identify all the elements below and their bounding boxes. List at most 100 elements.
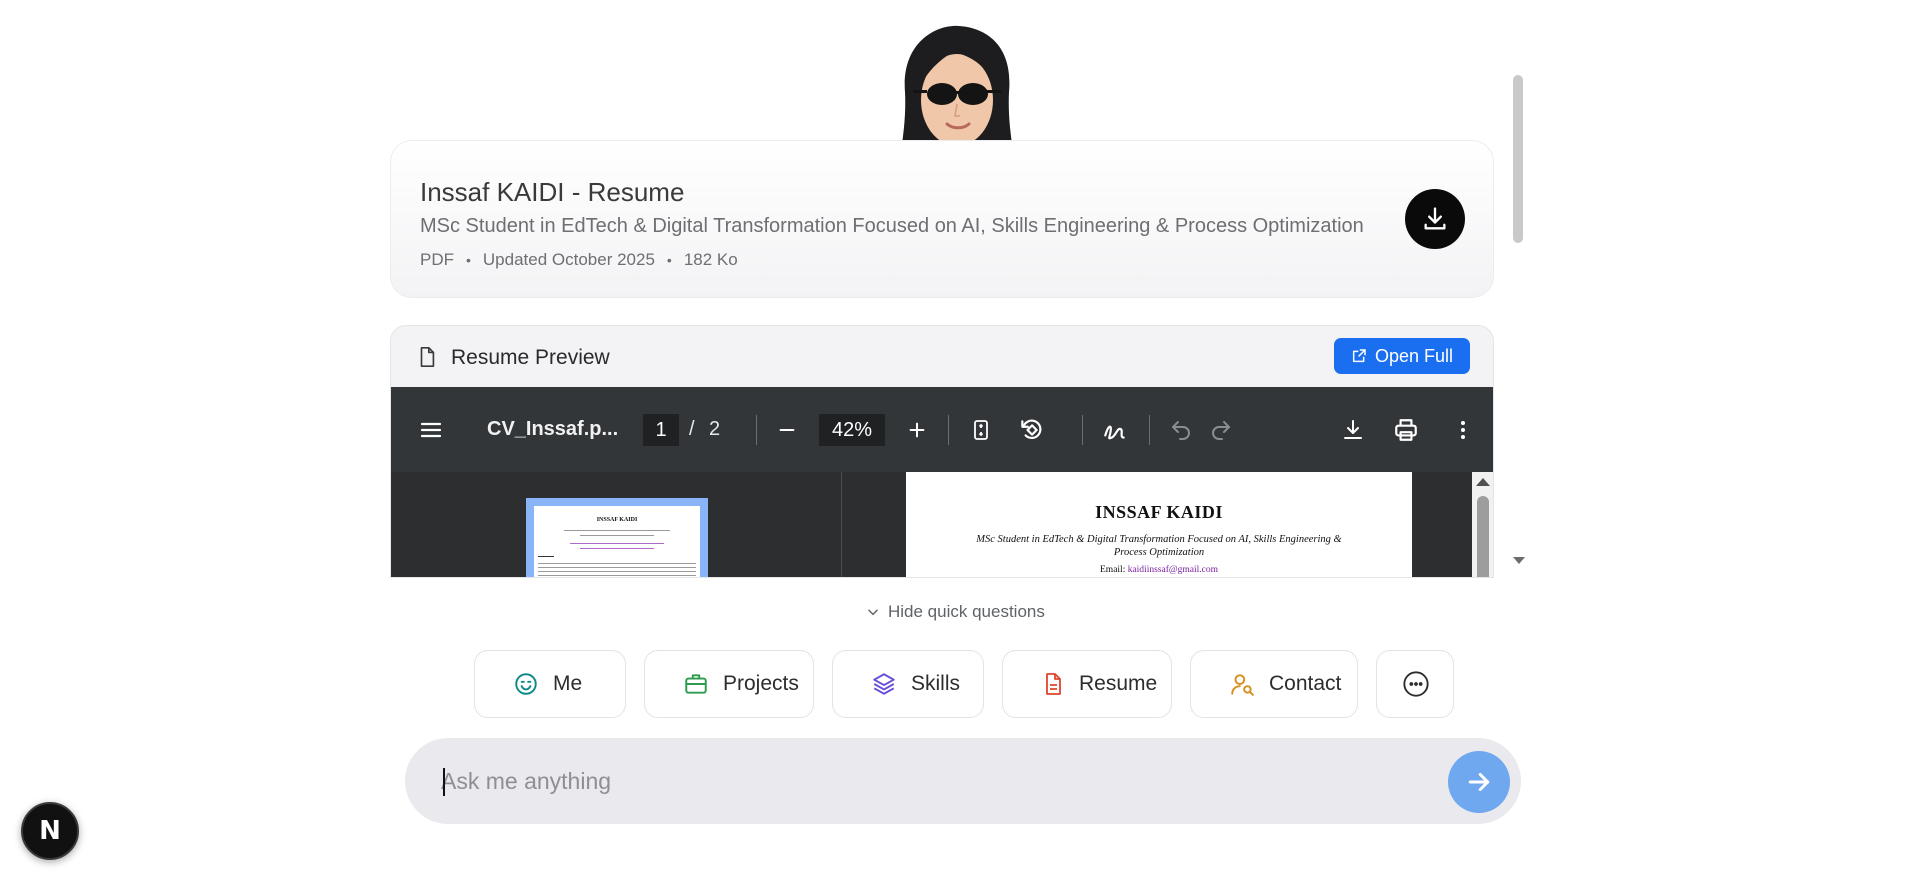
download-icon [1344, 419, 1362, 439]
pdf-scrollbar[interactable] [1472, 472, 1493, 577]
pdf-toolbar: CV_Inssaf.p... 1 / 2 42% [391, 387, 1493, 472]
thumbnail-text-line [538, 567, 696, 568]
chip-label: Projects [723, 672, 799, 695]
thumbnail-text-line [580, 548, 654, 549]
rotate-button[interactable] [1018, 387, 1044, 472]
meta-separator: • [666, 252, 672, 268]
thumbnail-text-line [538, 571, 696, 572]
chip-label: Skills [911, 672, 961, 695]
document-subtitle: MSc Student in EdTech & Digital Transfor… [976, 534, 1342, 558]
thumbnail-text-line [538, 575, 696, 576]
chip-contact[interactable]: Contact [1190, 650, 1358, 718]
more-vertical-icon [1461, 420, 1465, 439]
redo-button[interactable] [1209, 387, 1233, 472]
nextjs-dev-badge[interactable]: N [21, 802, 79, 860]
resume-updated: Updated October 2025 [482, 250, 655, 269]
thumbnail-page: INSSAF KAIDI [534, 506, 700, 577]
chip-label: Resume [1079, 672, 1158, 695]
more-chips-button[interactable] [1376, 650, 1454, 718]
document-email-label: Email: [1100, 565, 1126, 575]
pdf-thumbnail-sidebar: INSSAF KAIDI [391, 472, 842, 577]
chip-label: Me [553, 672, 583, 695]
resume-subtitle: MSc Student in EdTech & Digital Transfor… [420, 215, 1364, 237]
zoom-input[interactable]: 42% [819, 413, 885, 446]
zoom-out-button[interactable] [776, 387, 798, 472]
resume-format: PDF [420, 250, 454, 269]
print-button[interactable] [1393, 387, 1419, 472]
page-scrollbar[interactable] [1511, 75, 1525, 575]
thumbnail-text-line [570, 543, 664, 544]
page-scrollbar-thumb[interactable] [1513, 75, 1523, 243]
chip-skills[interactable]: Skills [832, 650, 984, 718]
toolbar-divider [1082, 415, 1083, 445]
pdf-filename: CV_Inssaf.p... [487, 418, 619, 440]
open-full-button[interactable]: Open Full [1334, 338, 1470, 374]
chip-projects[interactable]: Projects [644, 650, 814, 718]
resume-size: 182 Ko [683, 250, 738, 269]
text-caret [443, 768, 445, 796]
more-horizontal-icon [1403, 671, 1429, 697]
toolbar-divider [756, 415, 757, 445]
hide-quick-questions-toggle[interactable]: Hide quick questions [866, 602, 1045, 622]
pdf-viewer[interactable]: INSSAF KAIDI MSc Student in EdTech & Dig… [842, 472, 1493, 577]
scroll-up-arrow[interactable] [1476, 478, 1490, 486]
download-resume-button[interactable] [1405, 189, 1465, 249]
redo-icon [1212, 420, 1230, 440]
page-thumbnail[interactable]: INSSAF KAIDI [526, 498, 708, 577]
resume-preview-card: Resume Preview Open Full CV_Inssaf.p... … [390, 325, 1494, 578]
hide-quick-questions-label: Hide quick questions [888, 602, 1045, 621]
thumbnail-title: INSSAF KAIDI [596, 517, 638, 523]
rotate-icon [1021, 419, 1042, 439]
layers-icon [873, 673, 895, 695]
chat-input[interactable] [441, 760, 1391, 802]
minus-icon [779, 428, 795, 431]
chip-resume[interactable]: Resume [1002, 650, 1172, 718]
chevron-down-icon [868, 609, 878, 616]
resume-card: Inssaf KAIDI - Resume MSc Student in EdT… [390, 140, 1494, 298]
thumbnail-text-line [564, 530, 670, 531]
draw-icon [1104, 425, 1125, 439]
resume-title: Inssaf KAIDI - Resume [420, 177, 685, 207]
toolbar-divider [948, 415, 949, 445]
resume-meta: PDF • Updated October 2025 • 182 Ko [420, 250, 738, 270]
thumbnail-text-line [538, 563, 696, 564]
document-name: INSSAF KAIDI [1095, 502, 1223, 522]
file-icon [420, 347, 435, 367]
download-icon [1424, 207, 1446, 230]
plus-icon [909, 422, 925, 437]
thumbnail-text-line [538, 556, 554, 557]
preview-header: Resume Preview Open Full [391, 326, 1493, 387]
menu-icon [420, 422, 442, 437]
scroll-down-arrow[interactable] [1513, 557, 1525, 564]
menu-button[interactable] [419, 387, 443, 472]
undo-icon [1172, 420, 1190, 440]
document-email: Email: kaidiinssaf@gmail.com [906, 565, 1412, 575]
preview-title: Resume Preview [451, 346, 610, 369]
open-full-label: Open Full [1374, 345, 1454, 366]
page-total: 2 [709, 418, 721, 440]
file-text-icon [1046, 673, 1061, 695]
smile-icon [515, 673, 537, 695]
badge-label: N [39, 816, 61, 846]
send-button[interactable] [1448, 751, 1510, 813]
draw-button[interactable] [1102, 387, 1128, 472]
chip-me[interactable]: Me [474, 650, 626, 718]
document-email-link[interactable]: kaidiinssaf@gmail.com [1128, 565, 1218, 575]
page: Inssaf KAIDI - Resume MSc Student in EdT… [0, 0, 1913, 884]
thumbnail-text-line [580, 535, 654, 536]
pdf-download-button[interactable] [1341, 387, 1365, 472]
toolbar-divider [1149, 415, 1150, 445]
fit-page-button[interactable] [969, 387, 993, 472]
user-search-icon [1231, 674, 1254, 696]
zoom-in-button[interactable] [906, 387, 928, 472]
chip-label: Contact [1269, 672, 1342, 695]
page-separator: / [689, 418, 695, 440]
more-options-button[interactable] [1451, 387, 1475, 472]
pdf-scrollbar-thumb[interactable] [1477, 496, 1489, 577]
arrow-right-icon [1468, 773, 1490, 791]
print-icon [1395, 418, 1417, 441]
chat-input-bar [405, 738, 1521, 824]
undo-button[interactable] [1169, 387, 1193, 472]
page-number-input[interactable]: 1 [643, 413, 679, 446]
fit-page-icon [974, 419, 988, 440]
